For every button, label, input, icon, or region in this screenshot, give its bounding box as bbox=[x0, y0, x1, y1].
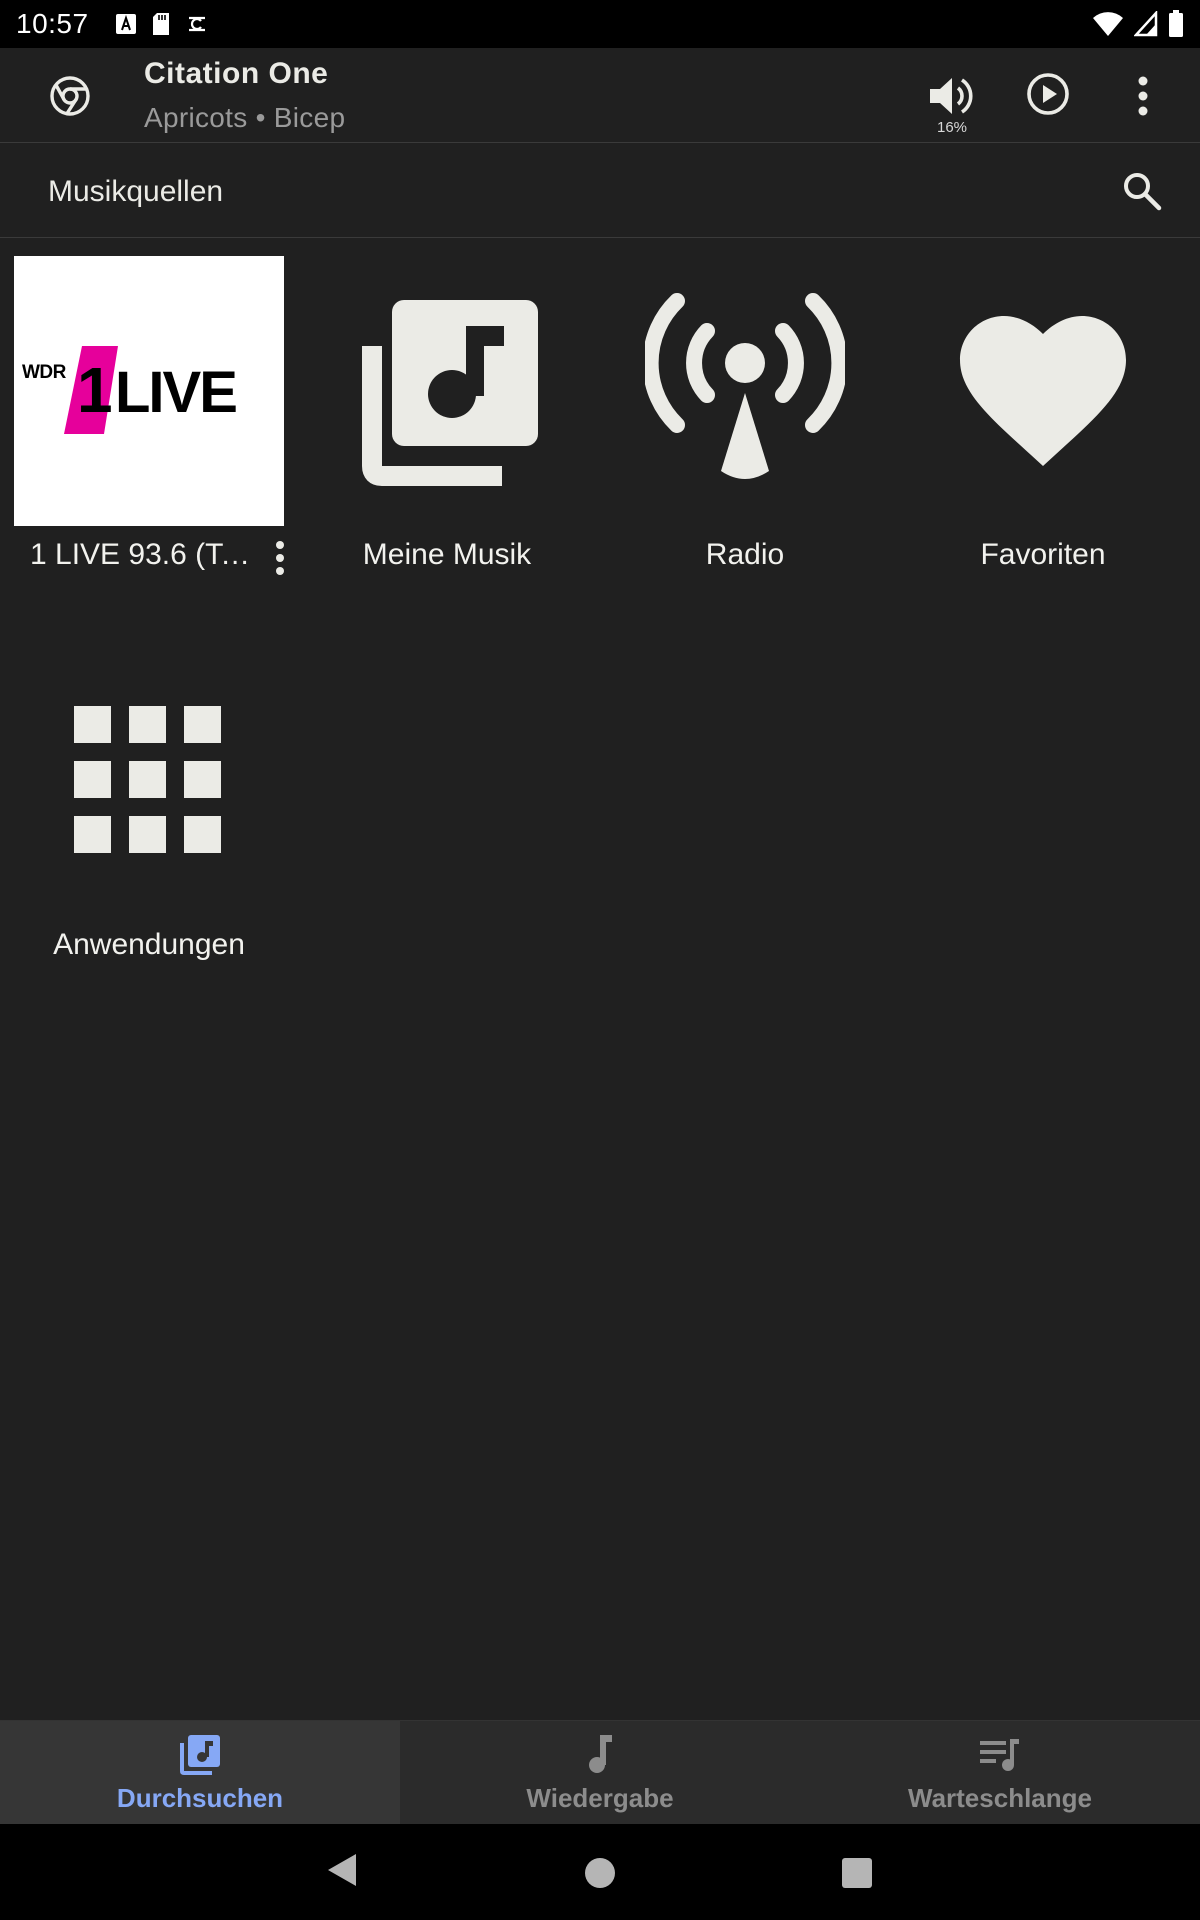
now-playing-subtitle[interactable]: Apricots • Bicep bbox=[144, 102, 345, 134]
1live-logo-graphic: WDR 1 LIVE bbox=[22, 346, 238, 434]
signal-icon bbox=[1134, 11, 1158, 37]
source-label[interactable]: Anwendungen bbox=[14, 928, 284, 962]
source-label[interactable]: Meine Musik bbox=[312, 538, 582, 572]
apps-grid-icon[interactable] bbox=[14, 646, 284, 916]
more-options-icon[interactable] bbox=[1128, 74, 1158, 118]
bottom-navigation: Durchsuchen Wiedergabe Warteschlange bbox=[0, 1720, 1200, 1824]
nav-label: Wiedergabe bbox=[526, 1783, 674, 1813]
1live-logo[interactable]: WDR 1 LIVE bbox=[14, 256, 284, 526]
heart-graphic bbox=[960, 316, 1126, 466]
wifi-icon bbox=[1093, 12, 1123, 36]
music-note-icon bbox=[589, 1735, 612, 1773]
radio-tower-graphic bbox=[645, 293, 845, 479]
heart-icon[interactable] bbox=[908, 256, 1178, 526]
battery-icon bbox=[1169, 10, 1183, 37]
tile-menu-icon[interactable] bbox=[272, 540, 288, 576]
nav-tab-durchsuchen[interactable]: Durchsuchen bbox=[0, 1721, 400, 1824]
music-library-icon[interactable] bbox=[312, 256, 582, 526]
music-library-graphic bbox=[362, 300, 538, 486]
radio-tower-icon[interactable] bbox=[610, 256, 880, 526]
logo-wdr-text: WDR bbox=[22, 362, 67, 383]
now-playing-title[interactable]: Citation One bbox=[144, 57, 328, 91]
section-title: Musikquellen bbox=[48, 175, 224, 208]
nav-label: Warteschlange bbox=[908, 1783, 1092, 1813]
system-navigation-bar bbox=[0, 1824, 1200, 1920]
sd-card-icon bbox=[152, 13, 169, 35]
back-icon[interactable] bbox=[326, 1852, 358, 1888]
logo-one-text: 1 bbox=[77, 354, 113, 426]
apps-grid-graphic bbox=[74, 706, 221, 853]
a-icon bbox=[115, 14, 136, 34]
queue-icon bbox=[980, 1739, 1019, 1771]
section-header: Musikquellen bbox=[0, 143, 1200, 238]
nav-tab-warteschlange[interactable]: Warteschlange bbox=[800, 1721, 1200, 1824]
status-bar: 10:57 bbox=[0, 0, 1200, 48]
recent-apps-icon[interactable] bbox=[842, 1858, 872, 1888]
volume-level: 16% bbox=[936, 119, 968, 136]
source-label[interactable]: Favoriten bbox=[908, 538, 1178, 572]
sync-icon bbox=[188, 16, 205, 32]
chrome-cast-icon[interactable] bbox=[48, 74, 92, 118]
source-label[interactable]: 1 LIVE 93.6 (To… bbox=[30, 538, 255, 572]
logo-live-text: LIVE bbox=[115, 360, 236, 425]
nav-label: Durchsuchen bbox=[116, 1783, 284, 1813]
volume-icon[interactable] bbox=[926, 74, 976, 118]
search-icon[interactable] bbox=[1120, 169, 1164, 213]
source-label[interactable]: Radio bbox=[610, 538, 880, 572]
play-icon[interactable] bbox=[1024, 70, 1072, 118]
status-time: 10:57 bbox=[16, 8, 89, 39]
browse-icon bbox=[180, 1735, 220, 1775]
now-playing-bar[interactable]: Citation One Apricots • Bicep 16% bbox=[0, 48, 1200, 143]
home-icon[interactable] bbox=[585, 1858, 615, 1888]
nav-tab-wiedergabe[interactable]: Wiedergabe bbox=[400, 1721, 800, 1824]
